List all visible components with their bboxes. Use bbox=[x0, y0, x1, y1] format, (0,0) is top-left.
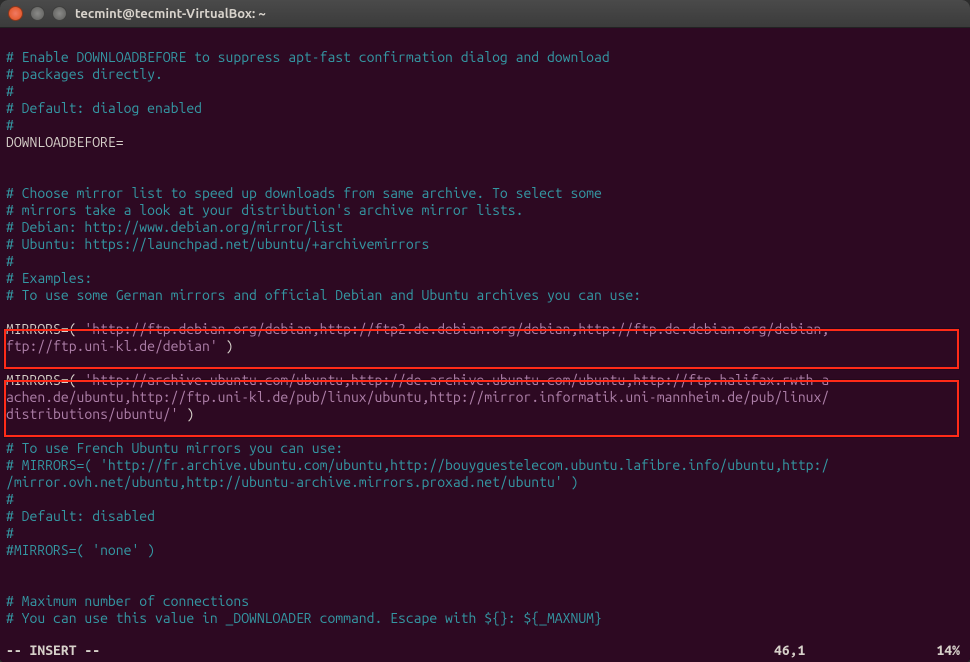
comment-line: # MIRRORS=( 'http://fr.archive.ubuntu.co… bbox=[6, 457, 829, 473]
close-icon[interactable] bbox=[8, 6, 23, 21]
comment-line: /mirror.ovh.net/ubuntu,http://ubuntu-arc… bbox=[6, 474, 578, 490]
maximize-icon[interactable] bbox=[52, 6, 67, 21]
comment-line: #MIRRORS=( 'none' ) bbox=[6, 542, 155, 558]
mirrors-string: achen.de/ubuntu,http://ftp.uni-kl.de/pub… bbox=[6, 389, 829, 405]
comment-line: # bbox=[6, 117, 14, 133]
comment-line: # Default: disabled bbox=[6, 508, 155, 524]
mirrors-close: ) bbox=[218, 338, 234, 354]
terminal-window: tecmint@tecmint-VirtualBox: ~ # Enable D… bbox=[0, 0, 970, 662]
mirrors-assign: MIRRORS=( bbox=[6, 321, 84, 337]
mirrors-string: distributions/ubuntu/' bbox=[6, 406, 178, 422]
comment-line: # Default: dialog enabled bbox=[6, 100, 202, 116]
comment-line: # Enable DOWNLOADBEFORE to suppress apt-… bbox=[6, 49, 610, 65]
mirrors-assign: MIRRORS=( bbox=[6, 372, 84, 388]
comment-line: # bbox=[6, 253, 14, 269]
comment-line: # bbox=[6, 525, 14, 541]
minimize-icon[interactable] bbox=[30, 6, 45, 21]
comment-line: # Debian: http://www.debian.org/mirror/l… bbox=[6, 219, 343, 235]
comment-line: # Ubuntu: https://launchpad.net/ubuntu/+… bbox=[6, 236, 429, 252]
comment-line: # To use French Ubuntu mirrors you can u… bbox=[6, 440, 343, 456]
window-controls bbox=[8, 6, 67, 21]
vim-percent: 14% bbox=[904, 642, 964, 659]
vim-status-line: -- INSERT -- 46,1 14% bbox=[6, 642, 964, 659]
comment-line: # Examples: bbox=[6, 270, 92, 286]
comment-line: # mirrors take a look at your distributi… bbox=[6, 202, 523, 218]
mirrors-string: 'http://ftp.debian.org/debian,http://ftp… bbox=[84, 321, 829, 337]
comment-line: # Choose mirror list to speed up downloa… bbox=[6, 185, 602, 201]
mirrors-string: ftp://ftp.uni-kl.de/debian' bbox=[6, 338, 218, 354]
mirrors-string: 'http://archive.ubuntu.com/ubuntu,http:/… bbox=[84, 372, 829, 388]
terminal-body[interactable]: # Enable DOWNLOADBEFORE to suppress apt-… bbox=[0, 28, 970, 662]
comment-line: # bbox=[6, 491, 14, 507]
window-title: tecmint@tecmint-VirtualBox: ~ bbox=[75, 7, 266, 21]
comment-line: # To use some German mirrors and officia… bbox=[6, 287, 641, 303]
comment-line: # bbox=[6, 83, 14, 99]
vim-mode: -- INSERT -- bbox=[6, 642, 774, 659]
comment-line: # Maximum number of connections bbox=[6, 593, 249, 609]
comment-line: # You can use this value in _DOWNLOADER … bbox=[6, 610, 602, 626]
vim-position: 46,1 bbox=[774, 642, 904, 659]
titlebar[interactable]: tecmint@tecmint-VirtualBox: ~ bbox=[0, 0, 970, 28]
comment-line: # packages directly. bbox=[6, 66, 163, 82]
config-line: DOWNLOADBEFORE= bbox=[6, 134, 124, 150]
mirrors-close: ) bbox=[178, 406, 194, 422]
